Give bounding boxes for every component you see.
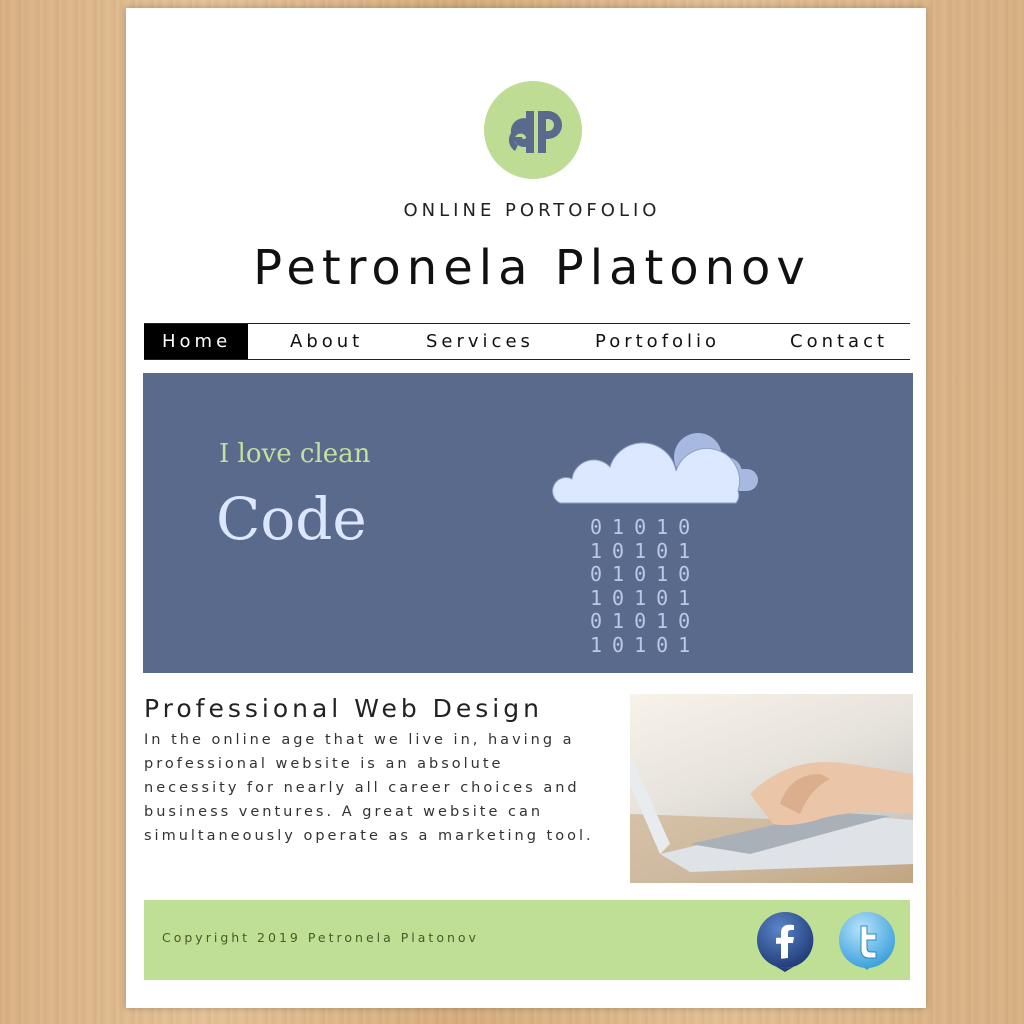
twitter-icon: [839, 912, 895, 970]
section-title: Professional Web Design: [144, 694, 543, 723]
laptop-illustration: [630, 754, 913, 883]
site-owner-name: Petronela Platonov: [253, 240, 811, 296]
twitter-icon[interactable]: [836, 910, 898, 972]
jp-logo-icon: [508, 111, 562, 153]
main-nav: Home About Services Portofolio Contact: [144, 323, 910, 360]
copyright-text: Copyright 2019 Petronela Platonov: [162, 930, 479, 945]
binary-row: 10101: [590, 585, 701, 610]
section-body: In the online age that we live in, havin…: [144, 732, 594, 844]
binary-row: 10101: [590, 632, 701, 657]
binary-row: 10101: [590, 538, 701, 563]
hero-tagline: I love clean: [219, 439, 371, 469]
portfolio-page: ONLINE PORTOFOLIO Petronela Platonov Hom…: [126, 8, 926, 1008]
binary-rain: 01010 10101 01010 10101 01010 10101: [590, 515, 720, 657]
hero-banner: I love clean Code 01010 10101 01010 1010…: [143, 373, 913, 673]
facebook-icon[interactable]: [754, 910, 816, 972]
facebook-icon: [757, 911, 814, 972]
footer: Copyright 2019 Petronela Platonov: [144, 900, 910, 980]
binary-row: 01010: [590, 515, 701, 539]
site-subtitle: ONLINE PORTOFOLIO: [403, 200, 661, 221]
laptop-typing-photo: [630, 694, 913, 883]
binary-row: 01010: [590, 562, 701, 586]
nav-contact[interactable]: Contact: [790, 324, 888, 359]
binary-row: 01010: [590, 609, 701, 633]
hero-headline: Code: [216, 485, 367, 553]
nav-home[interactable]: Home: [144, 324, 248, 359]
nav-portofolio[interactable]: Portofolio: [595, 324, 720, 359]
nav-about[interactable]: About: [290, 324, 363, 359]
logo[interactable]: [484, 81, 582, 179]
cloud-icon: [552, 433, 758, 504]
nav-services[interactable]: Services: [426, 324, 534, 359]
